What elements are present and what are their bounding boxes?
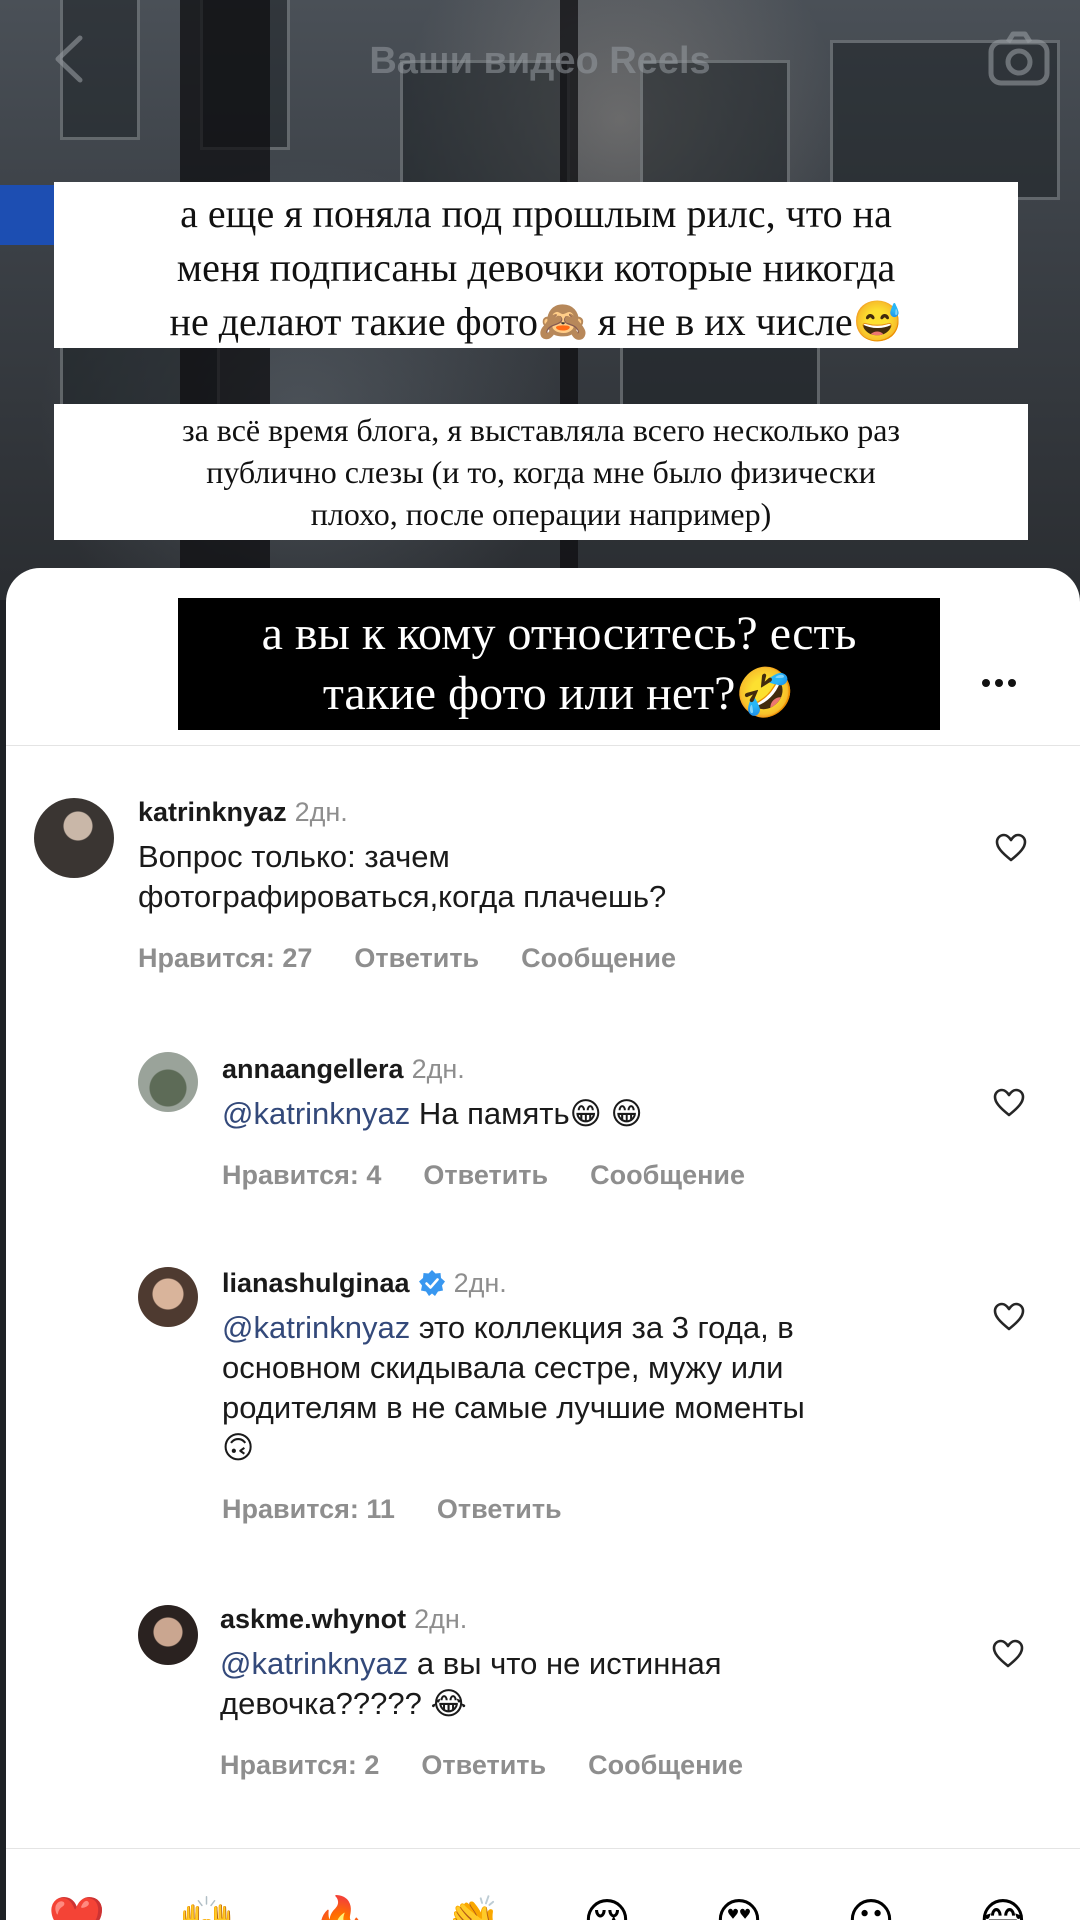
reply-button[interactable]: Ответить: [437, 1494, 562, 1524]
more-options-icon[interactable]: [982, 674, 1030, 690]
reaction-laughing-icon[interactable]: 😂: [968, 1880, 1038, 1920]
message-button[interactable]: Сообщение: [590, 1160, 745, 1190]
likes-count[interactable]: Нравится: 4: [222, 1160, 381, 1190]
story-caption-2: за всё время блога, я выставляла всего н…: [54, 404, 1028, 540]
story-caption-1: а еще я поняла под прошлым рилс, что на …: [54, 182, 1018, 348]
comment-text: Вопрос только: зачем фотографироваться,к…: [138, 839, 667, 914]
page-title: Ваши видео Reels: [369, 40, 711, 82]
heart-icon[interactable]: [993, 1302, 1025, 1332]
reaction-surprised-icon[interactable]: 😮: [836, 1880, 906, 1920]
comment-time: 2дн.: [453, 1268, 507, 1298]
reaction-heart-icon[interactable]: ❤️: [42, 1880, 112, 1920]
comment-time: 2дн.: [294, 797, 348, 827]
comment-text-body: На память😁 😁: [410, 1096, 643, 1131]
comment-username[interactable]: lianashulginaa: [222, 1268, 410, 1298]
story-question: а вы к кому относитесь? есть такие фото …: [178, 598, 940, 730]
reaction-raised-hands-icon[interactable]: 🙌: [172, 1880, 242, 1920]
reaction-crying-icon[interactable]: 😢: [572, 1880, 642, 1920]
message-button[interactable]: Сообщение: [588, 1750, 743, 1780]
reaction-fire-icon[interactable]: 🔥: [306, 1880, 376, 1920]
avatar[interactable]: [138, 1052, 198, 1112]
heart-icon[interactable]: [995, 833, 1027, 863]
likes-count[interactable]: Нравится: 27: [138, 943, 312, 973]
divider: [6, 1848, 1080, 1849]
mention-link[interactable]: @katrinknyaz: [220, 1646, 408, 1681]
comment-username[interactable]: askme.whynot: [220, 1604, 406, 1634]
reaction-heart-eyes-icon[interactable]: 😍: [704, 1880, 774, 1920]
mention-link[interactable]: @katrinknyaz: [222, 1096, 410, 1131]
likes-count[interactable]: Нравится: 11: [222, 1494, 395, 1524]
comment-username[interactable]: katrinknyaz: [138, 797, 287, 827]
comment-text: @katrinknyaz а вы что не истинная девочк…: [220, 1644, 980, 1724]
comment-time: 2дн.: [411, 1054, 465, 1084]
comment-text: @katrinknyaz На память😁 😁: [222, 1094, 962, 1134]
reply-button[interactable]: Ответить: [423, 1160, 548, 1190]
quick-reactions-bar: ❤️ 🙌 🔥 👏 😢 😍 😮 😂: [0, 1880, 1080, 1920]
reaction-clap-icon[interactable]: 👏: [438, 1880, 508, 1920]
reply-button[interactable]: Ответить: [354, 943, 479, 973]
heart-icon[interactable]: [993, 1088, 1025, 1118]
message-button[interactable]: Сообщение: [521, 943, 676, 973]
mention-link[interactable]: @katrinknyaz: [222, 1310, 410, 1345]
verified-badge-icon: [418, 1270, 445, 1296]
comment-time: 2дн.: [414, 1604, 468, 1634]
likes-count[interactable]: Нравится: 2: [220, 1750, 379, 1780]
camera-icon[interactable]: [988, 30, 1050, 86]
top-bar: Ваши видео Reels: [0, 0, 1080, 120]
comment-text: @katrinknyaz это коллекция за 3 года, в …: [222, 1308, 982, 1468]
divider: [6, 745, 1080, 746]
heart-icon[interactable]: [992, 1639, 1024, 1669]
avatar[interactable]: [138, 1267, 198, 1327]
comment-username[interactable]: annaangellera: [222, 1054, 404, 1084]
avatar[interactable]: [138, 1605, 198, 1665]
reply-button[interactable]: Ответить: [421, 1750, 546, 1780]
avatar[interactable]: [34, 798, 114, 878]
